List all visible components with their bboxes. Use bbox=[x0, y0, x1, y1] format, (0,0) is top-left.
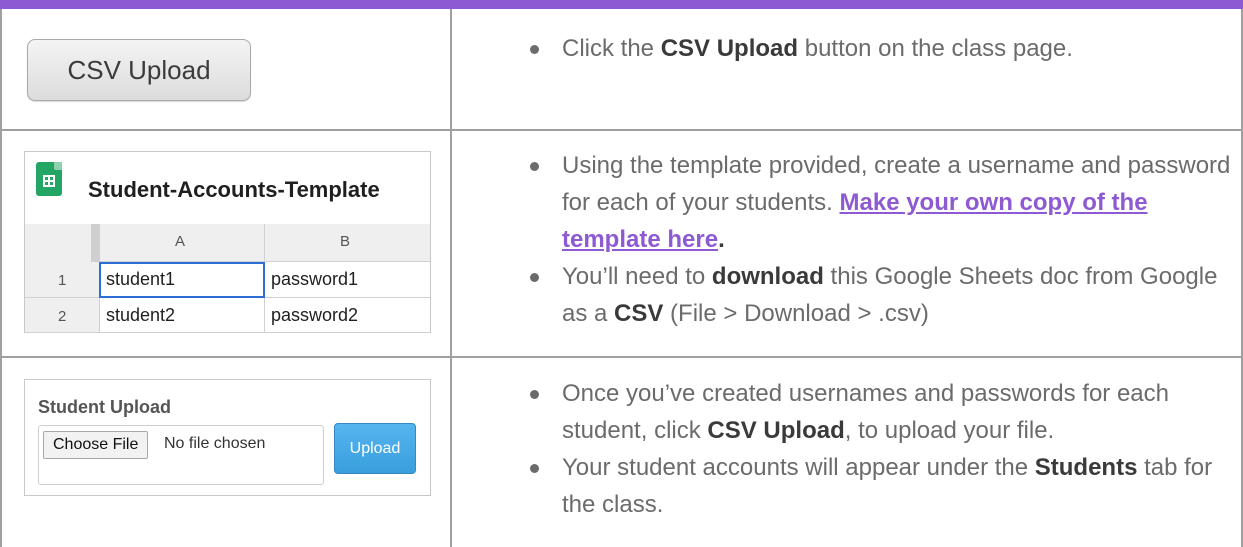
sheet-row-number: 1 bbox=[58, 272, 67, 289]
csv-upload-button-label: CSV Upload bbox=[67, 54, 211, 85]
sheet-column-a-header: A bbox=[175, 233, 186, 250]
table-border-left bbox=[0, 9, 2, 547]
row3-instructions: Once you’ve created usernames and passwo… bbox=[517, 375, 1233, 523]
row2-bullet-1: Using the template provided, create a us… bbox=[517, 147, 1233, 258]
no-file-label: No file chosen bbox=[164, 435, 266, 452]
row2-bullet-2: You’ll need to download this Google Shee… bbox=[517, 258, 1233, 332]
sheet-cell: student2 bbox=[106, 305, 176, 325]
csv-upload-button[interactable]: CSV Upload bbox=[27, 39, 251, 101]
choose-file-button[interactable]: Choose File bbox=[43, 431, 149, 459]
table-column-divider bbox=[450, 9, 452, 547]
sheet-column-b-header: B bbox=[340, 233, 351, 250]
sheet-cell: student1 bbox=[106, 269, 176, 289]
top-accent-bar bbox=[0, 0, 1243, 9]
row3-bullet-1: Once you’ve created usernames and passwo… bbox=[517, 375, 1233, 449]
student-upload-widget: Student Upload Choose File No file chose… bbox=[24, 379, 431, 496]
file-input[interactable]: Choose File No file chosen bbox=[38, 425, 324, 485]
sheet-cell: password2 bbox=[271, 305, 359, 325]
sheet-cell: password1 bbox=[271, 269, 359, 289]
student-upload-title: Student Upload bbox=[38, 397, 171, 417]
row1-bullet-1: Click the CSV Upload button on the class… bbox=[517, 30, 1227, 67]
table-row-divider-2 bbox=[0, 356, 1243, 358]
table-row-divider-1 bbox=[0, 129, 1243, 131]
row1-instructions: Click the CSV Upload button on the class… bbox=[517, 30, 1227, 67]
spreadsheet-template-preview: Student-Accounts-Template A B 1 student1… bbox=[24, 151, 431, 333]
google-sheets-icon bbox=[36, 162, 62, 196]
sheet-grid: A B 1 student1 password1 2 student2 pass… bbox=[25, 224, 430, 333]
sheet-title: Student-Accounts-Template bbox=[88, 177, 380, 202]
row3-bullet-2: Your student accounts will appear under … bbox=[517, 449, 1233, 523]
upload-button[interactable]: Upload bbox=[334, 423, 416, 474]
upload-button-label: Upload bbox=[349, 439, 401, 457]
sheet-row-number: 2 bbox=[58, 308, 67, 325]
row2-instructions: Using the template provided, create a us… bbox=[517, 147, 1233, 332]
